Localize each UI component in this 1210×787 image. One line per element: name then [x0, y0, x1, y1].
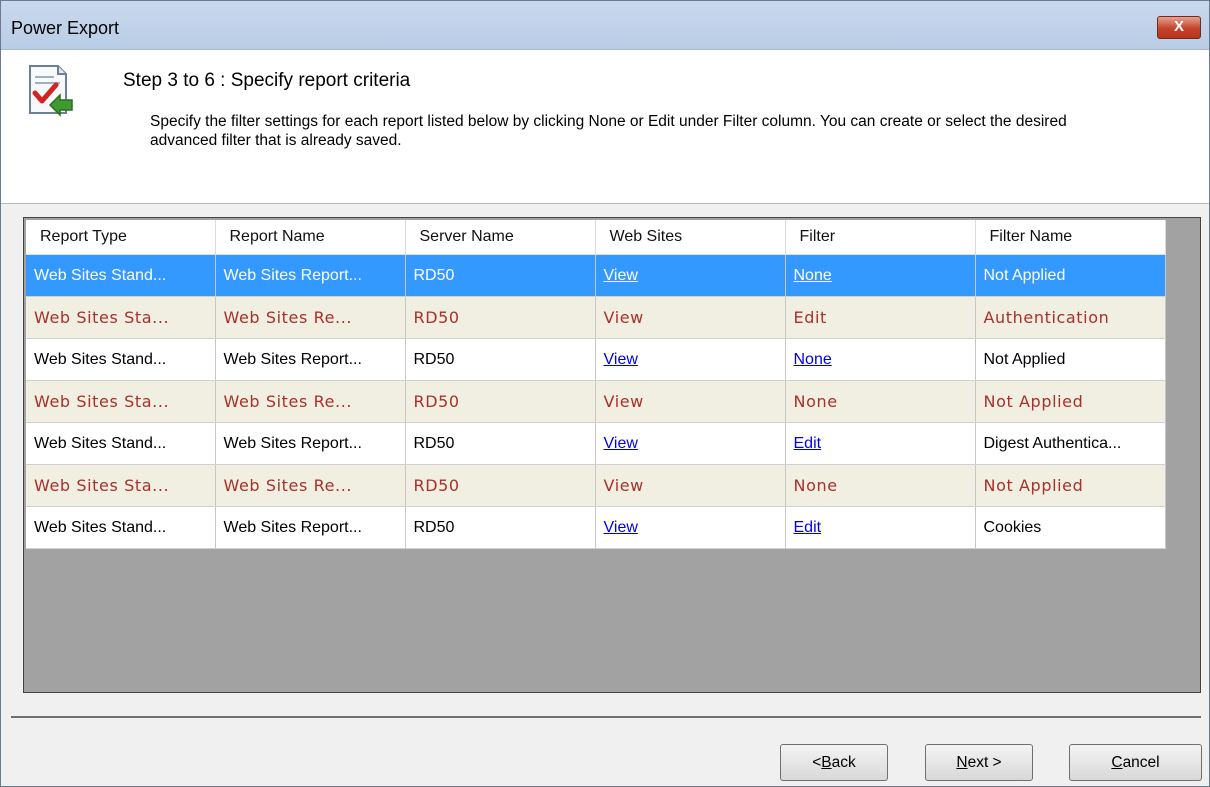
report-name-cell: Web Sites Report...	[215, 254, 406, 297]
step-header: Step 3 to 6 : Specify report criteria Sp…	[1, 50, 1209, 204]
step-title: Step 3 to 6 : Specify report criteria	[123, 70, 411, 91]
report-type-cell: Web Sites Sta...	[26, 296, 216, 339]
report-check-icon	[29, 65, 73, 117]
server-name-cell: RD50	[405, 338, 596, 381]
window-title: Power Export	[11, 18, 120, 38]
table-row[interactable]: Web Sites Stand... Web Sites Report... R…	[26, 422, 1166, 465]
table-row[interactable]: Web Sites Stand... Web Sites Report... R…	[26, 506, 1166, 549]
filter-name-cell: Authentication	[975, 296, 1166, 339]
column-header-filter[interactable]: Filter	[785, 220, 976, 255]
filter-link[interactable]: None	[794, 351, 832, 368]
report-type-cell: Web Sites Sta...	[26, 464, 216, 507]
title-bar: Power Export X	[1, 1, 1209, 50]
report-type-cell: Web Sites Stand...	[26, 506, 216, 549]
filter-name-cell: Not Applied	[975, 254, 1166, 297]
report-type-cell: Web Sites Stand...	[26, 254, 216, 297]
report-type-cell: Web Sites Sta...	[26, 380, 216, 423]
filter-name-cell: Not Applied	[975, 380, 1166, 423]
filter-link[interactable]: Edit	[794, 435, 822, 452]
report-name-cell: Web Sites Report...	[215, 338, 406, 381]
column-header-filter-name[interactable]: Filter Name	[975, 220, 1166, 255]
back-button-label: ack	[831, 754, 856, 771]
table-row[interactable]: Web Sites Stand... Web Sites Report... R…	[26, 254, 1166, 297]
view-web-sites-link[interactable]: View	[604, 519, 638, 536]
view-web-sites-link[interactable]: View	[604, 435, 638, 452]
filter-link[interactable]: Edit	[794, 519, 822, 536]
column-header-report-name[interactable]: Report Name	[215, 220, 406, 255]
column-header-web-sites[interactable]: Web Sites	[595, 220, 786, 255]
table-row[interactable]: Web Sites Sta... Web Sites Re... RD50 Vi…	[26, 380, 1166, 423]
report-name-cell: Web Sites Re...	[215, 296, 406, 339]
filter-name-cell: Cookies	[975, 506, 1166, 549]
report-name-cell: Web Sites Re...	[215, 464, 406, 507]
view-web-sites-link[interactable]: View	[604, 267, 638, 284]
table-row[interactable]: Web Sites Stand... Web Sites Report... R…	[26, 338, 1166, 381]
table-row[interactable]: Web Sites Sta... Web Sites Re... RD50 Vi…	[26, 296, 1166, 339]
back-button-prefix: <	[812, 754, 822, 771]
power-export-window: Power Export X Step 3 to 6 : Specify rep…	[0, 0, 1210, 787]
footer-separator	[11, 716, 1201, 718]
filter-link[interactable]: None	[794, 267, 832, 284]
next-button-mnemonic: N	[956, 754, 968, 771]
close-button[interactable]: X	[1157, 16, 1201, 39]
next-button-label: ext >	[967, 754, 1002, 771]
report-table: Report Type Report Name Server Name Web …	[26, 220, 1166, 549]
grid-header-row: Report Type Report Name Server Name Web …	[26, 220, 1166, 255]
report-type-cell: Web Sites Stand...	[26, 338, 216, 381]
back-button[interactable]: <Back	[780, 744, 888, 781]
cancel-button[interactable]: Cancel	[1069, 744, 1202, 781]
server-name-cell: RD50	[405, 254, 596, 297]
view-web-sites-text: View	[595, 296, 786, 339]
table-row[interactable]: Web Sites Sta... Web Sites Re... RD50 Vi…	[26, 464, 1166, 507]
report-type-cell: Web Sites Stand...	[26, 422, 216, 465]
back-button-mnemonic: B	[821, 754, 832, 771]
column-header-report-type[interactable]: Report Type	[26, 220, 216, 255]
next-button[interactable]: Next >	[925, 744, 1033, 781]
server-name-cell: RD50	[405, 464, 596, 507]
filter-text: None	[785, 464, 976, 507]
close-icon: X	[1173, 18, 1184, 35]
filter-text: None	[785, 380, 976, 423]
filter-name-cell: Not Applied	[975, 464, 1166, 507]
report-name-cell: Web Sites Report...	[215, 506, 406, 549]
report-name-cell: Web Sites Report...	[215, 422, 406, 465]
server-name-cell: RD50	[405, 296, 596, 339]
report-grid: Report Type Report Name Server Name Web …	[23, 217, 1201, 693]
filter-name-cell: Digest Authentica...	[975, 422, 1166, 465]
cancel-button-mnemonic: C	[1111, 754, 1123, 771]
view-web-sites-text: View	[595, 464, 786, 507]
server-name-cell: RD50	[405, 422, 596, 465]
column-header-server-name[interactable]: Server Name	[405, 220, 596, 255]
view-web-sites-text: View	[595, 380, 786, 423]
view-web-sites-link[interactable]: View	[604, 351, 638, 368]
filter-name-cell: Not Applied	[975, 338, 1166, 381]
report-name-cell: Web Sites Re...	[215, 380, 406, 423]
cancel-button-label: ancel	[1122, 754, 1160, 771]
server-name-cell: RD50	[405, 506, 596, 549]
filter-text: Edit	[785, 296, 976, 339]
step-description: Specify the filter settings for each rep…	[150, 113, 1067, 149]
server-name-cell: RD50	[405, 380, 596, 423]
